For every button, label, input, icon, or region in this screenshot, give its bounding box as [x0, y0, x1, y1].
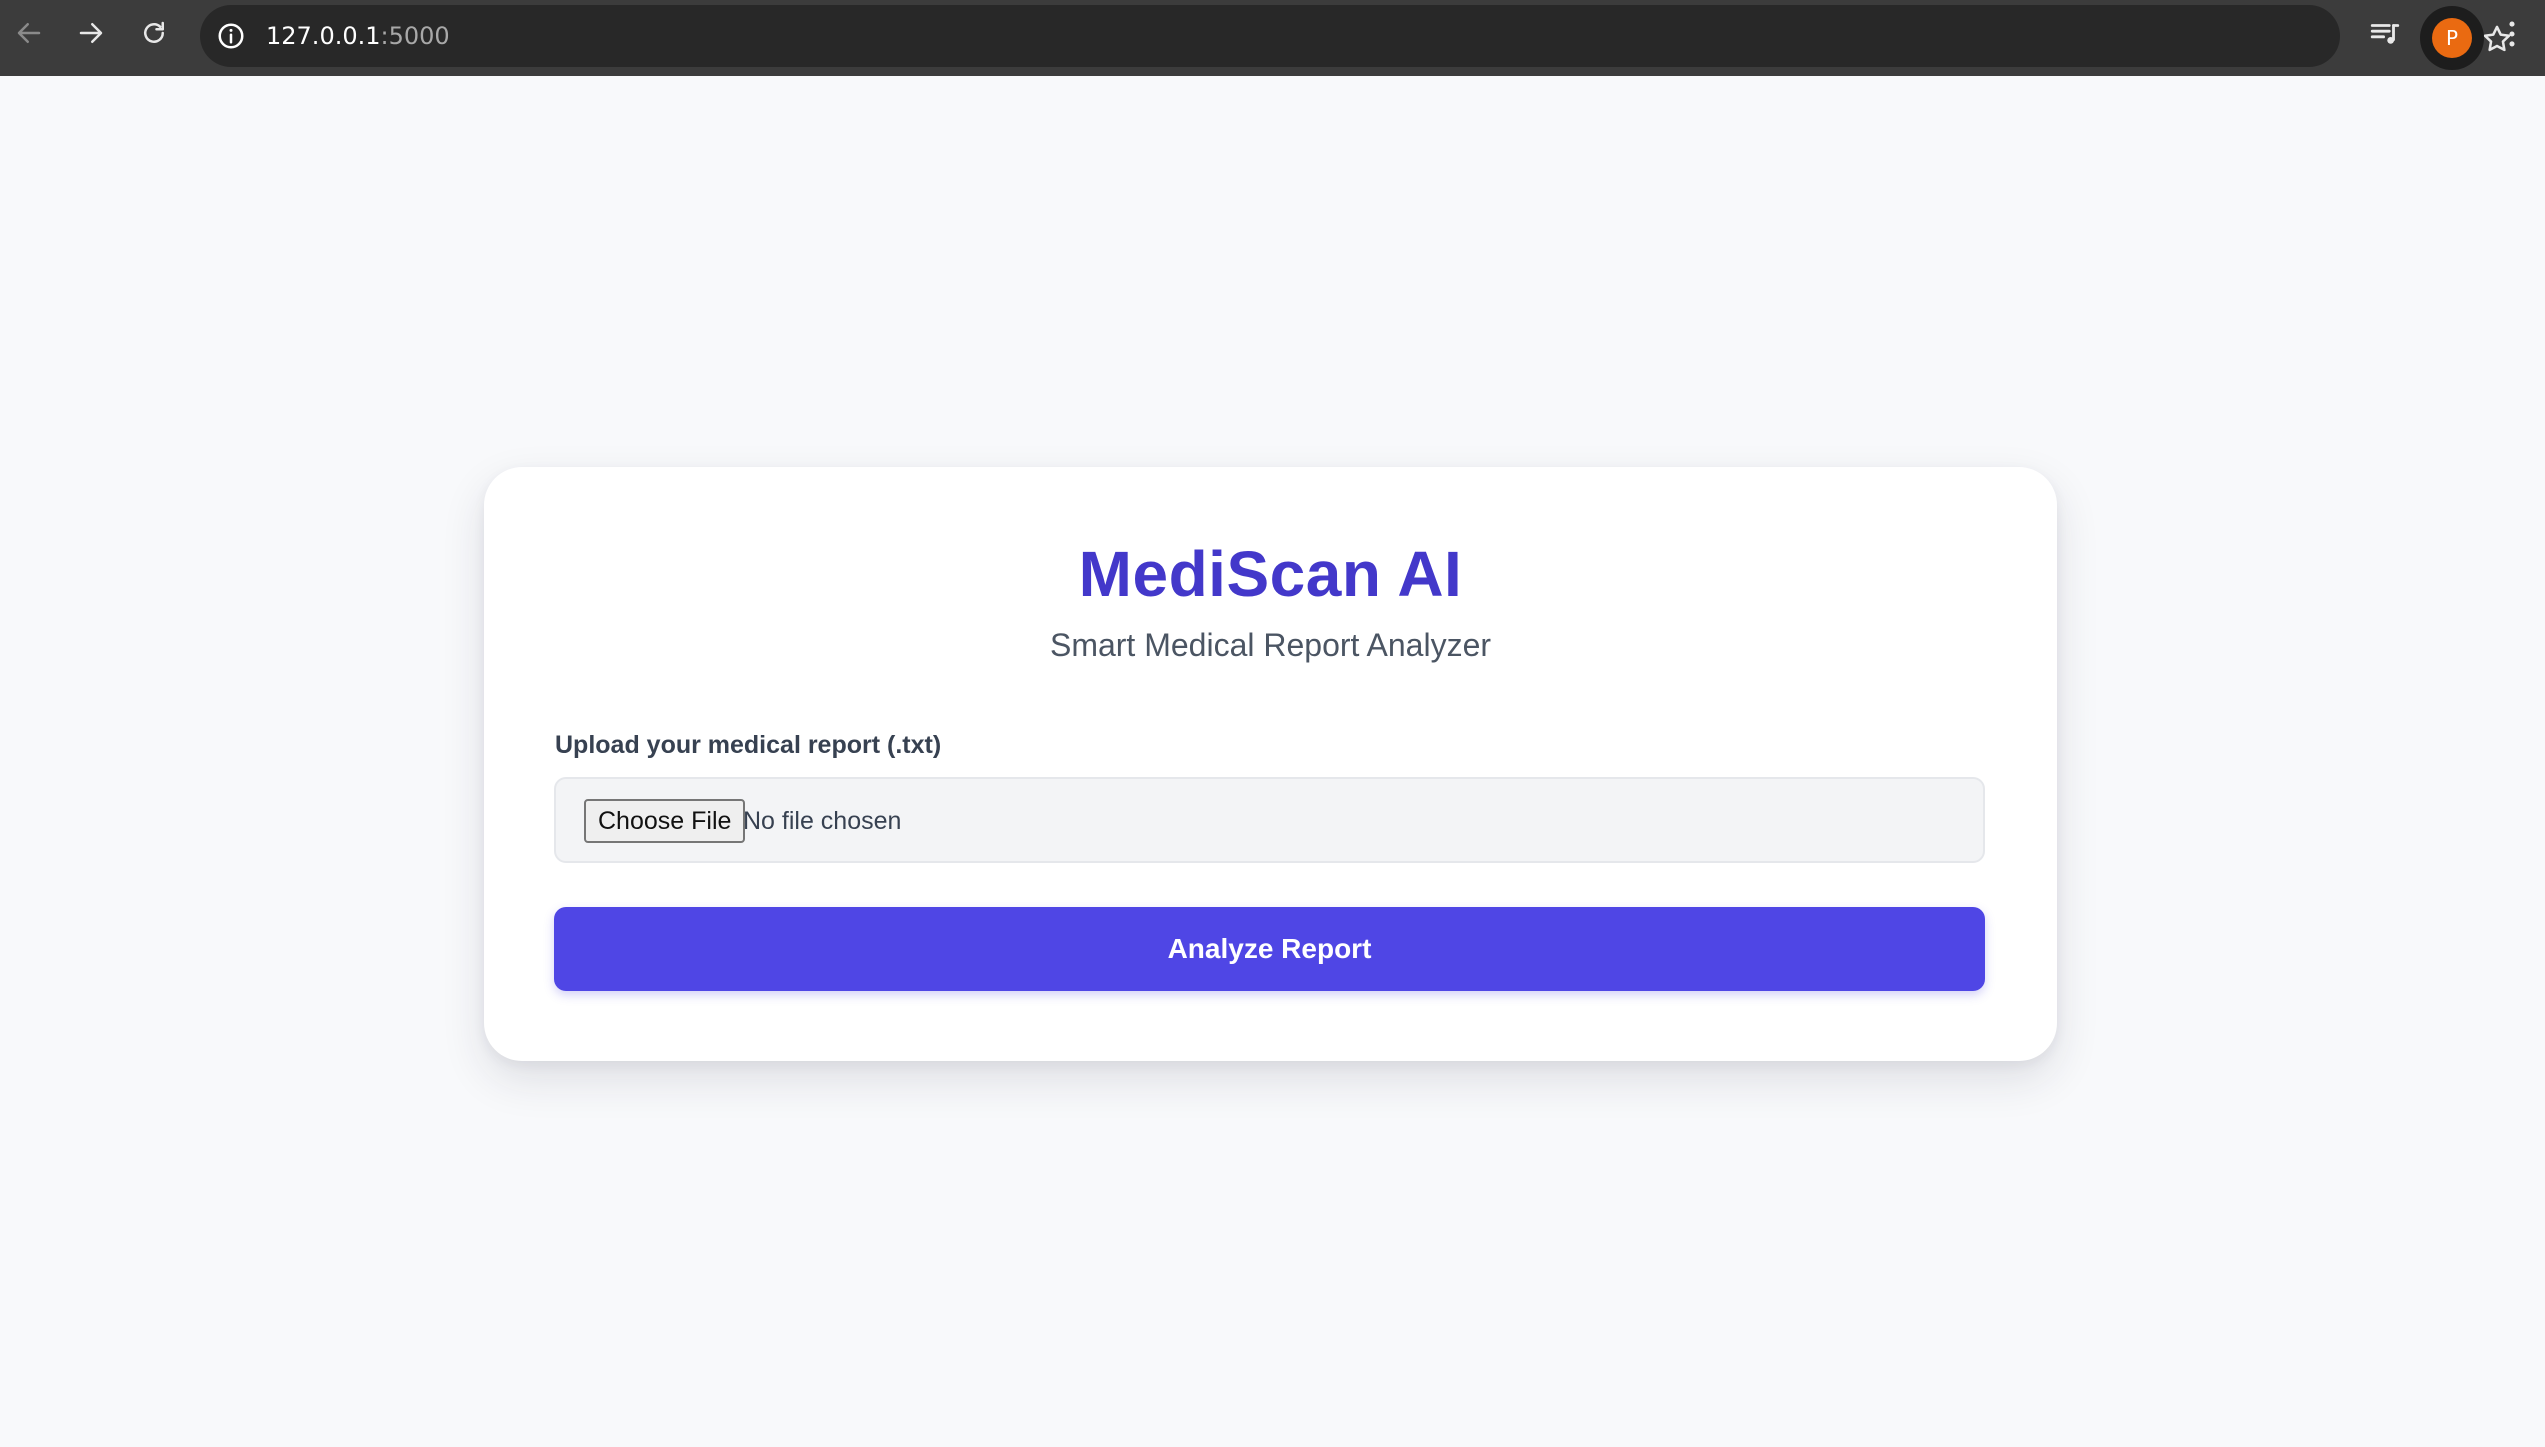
address-bar[interactable]: 127.0.0.1:5000: [200, 5, 2511, 67]
upload-card: MediScan AI Smart Medical Report Analyze…: [484, 467, 2057, 1061]
back-button[interactable]: [12, 16, 46, 50]
file-input[interactable]: Choose File No file chosen: [554, 777, 1985, 863]
reload-button[interactable]: [137, 16, 171, 50]
choose-file-button[interactable]: Choose File: [584, 799, 746, 843]
profile-button[interactable]: P: [2420, 6, 2484, 70]
file-status-text: No file chosen: [743, 807, 902, 835]
avatar: P: [2432, 18, 2472, 58]
url-port: :5000: [380, 22, 450, 50]
browser-toolbar: 127.0.0.1:5000 P: [0, 0, 2545, 76]
site-info-icon[interactable]: [216, 21, 246, 51]
url-text[interactable]: 127.0.0.1:5000: [266, 5, 450, 67]
page-subtitle: Smart Medical Report Analyzer: [1049, 627, 1492, 663]
reload-icon: [144, 21, 164, 43]
page-title: MediScan AI: [1078, 538, 1463, 610]
forward-button[interactable]: [74, 16, 108, 50]
forward-arrow-icon: [79, 23, 103, 43]
upload-label: Upload your medical report (.txt): [555, 731, 942, 759]
analyze-report-button[interactable]: Analyze Report: [554, 907, 1985, 991]
kebab-menu-icon[interactable]: [2495, 17, 2529, 51]
media-controls-icon[interactable]: [2368, 17, 2402, 51]
back-arrow-icon: [17, 23, 41, 43]
url-host: 127.0.0.1: [266, 22, 381, 50]
